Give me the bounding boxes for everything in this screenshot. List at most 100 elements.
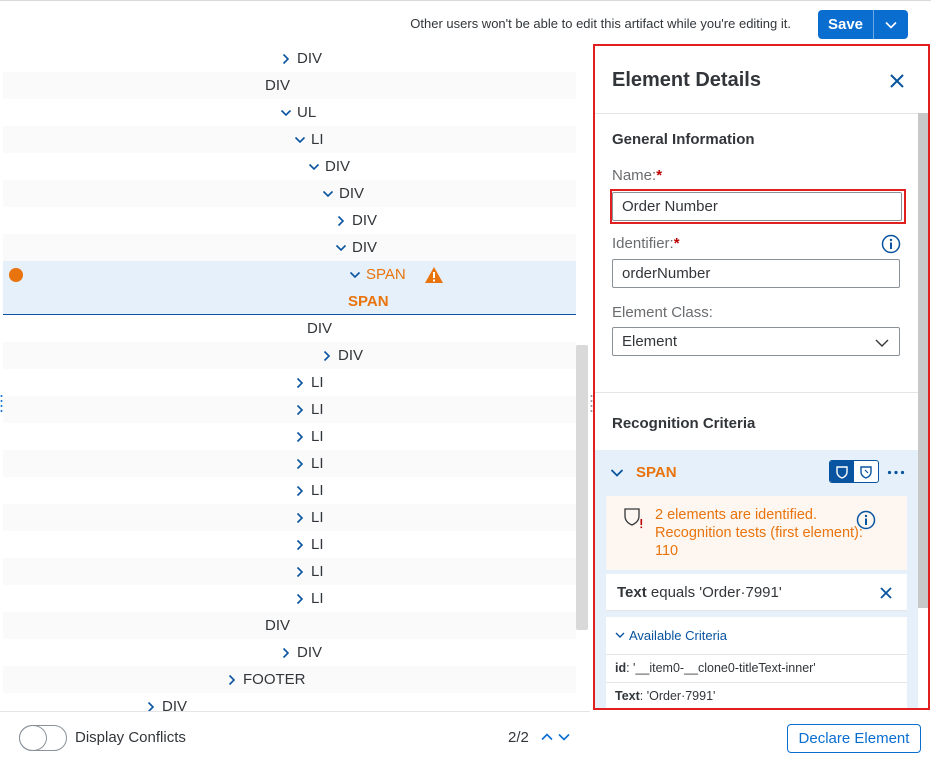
available-criterion-item[interactable]: Text: 'Order·7991' xyxy=(606,682,907,708)
conflict-pager: 2/2 xyxy=(508,729,529,746)
tree-row[interactable]: SPAN xyxy=(3,261,576,288)
chevron-right-icon[interactable] xyxy=(293,593,307,605)
name-input[interactable] xyxy=(612,192,902,221)
tree-row[interactable]: DIV xyxy=(3,693,576,711)
chevron-down-icon[interactable] xyxy=(307,162,321,172)
element-details-panel: Element Details General Information Name… xyxy=(593,44,930,710)
details-scrollbar[interactable] xyxy=(918,113,928,608)
chevron-down-icon[interactable] xyxy=(558,732,570,742)
tree-row[interactable]: DIV xyxy=(3,153,576,180)
conflict-dot-icon xyxy=(9,267,23,282)
tree-row[interactable]: DIV xyxy=(3,45,576,72)
splitter-handle-icon[interactable] xyxy=(0,393,3,415)
chevron-down-icon xyxy=(875,339,889,347)
tree-row[interactable]: LI xyxy=(3,423,576,450)
criteria-mode-toggle[interactable] xyxy=(829,460,879,483)
chevron-down-icon[interactable] xyxy=(334,243,348,253)
chevron-right-icon[interactable] xyxy=(279,647,293,659)
save-options-button[interactable] xyxy=(873,10,908,39)
tree-row-label: DIV xyxy=(297,644,323,661)
text-criterion-label: Text equals 'Order·7991' xyxy=(617,584,782,601)
tree-row[interactable]: FOOTER xyxy=(3,666,576,693)
recognition-warning-text: 2 elements are identified. Recognition t… xyxy=(655,507,863,559)
tree-row[interactable]: LI xyxy=(3,531,576,558)
close-icon[interactable] xyxy=(888,72,906,90)
tree-row-label: LI xyxy=(311,401,324,418)
chevron-right-icon[interactable] xyxy=(293,404,307,416)
tree-row[interactable]: LI xyxy=(3,369,576,396)
tree-row[interactable]: LI xyxy=(3,477,576,504)
chevron-down-icon[interactable] xyxy=(348,270,362,280)
shield-icon[interactable] xyxy=(835,465,849,479)
tree-row[interactable]: DIV xyxy=(3,315,576,342)
tree-row-label: DIV xyxy=(338,347,364,364)
save-button[interactable]: Save xyxy=(818,10,873,39)
tree-row[interactable]: DIV xyxy=(3,612,576,639)
chevron-right-icon[interactable] xyxy=(293,431,307,443)
tree-row[interactable]: DIV xyxy=(3,180,576,207)
tree-row-label: DIV xyxy=(352,212,378,229)
top-toolbar: Other users won't be able to edit this a… xyxy=(0,0,931,45)
chevron-right-icon[interactable] xyxy=(293,566,307,578)
tree-row[interactable]: DIV xyxy=(3,207,576,234)
tree-row[interactable]: DIV xyxy=(3,639,576,666)
chevron-right-icon[interactable] xyxy=(334,215,348,227)
chevron-right-icon[interactable] xyxy=(279,53,293,65)
chevron-right-icon[interactable] xyxy=(293,512,307,524)
chevron-down-icon[interactable] xyxy=(615,631,625,639)
save-button-group: Save xyxy=(818,10,908,39)
tree-row-label: DIV xyxy=(339,185,365,202)
chevron-down-icon[interactable] xyxy=(293,135,307,145)
chevron-right-icon[interactable] xyxy=(293,377,307,389)
tree-row[interactable]: DIV xyxy=(3,234,576,261)
display-conflicts-toggle[interactable] xyxy=(19,725,67,751)
chevron-right-icon[interactable] xyxy=(225,674,239,686)
close-icon[interactable] xyxy=(879,586,893,600)
declare-element-button[interactable]: Declare Element xyxy=(787,724,921,753)
tree-row[interactable]: LI xyxy=(3,396,576,423)
chevron-down-icon[interactable] xyxy=(610,467,624,479)
shield-warning-icon xyxy=(624,508,643,529)
tree-row[interactable]: LI xyxy=(3,450,576,477)
general-info-title: General Information xyxy=(612,131,755,148)
edit-lock-message: Other users won't be able to edit this a… xyxy=(410,16,791,31)
tree-row[interactable]: DIV xyxy=(3,72,576,99)
tree-row-label: SPAN xyxy=(348,292,389,310)
tree-row-label: LI xyxy=(311,590,324,607)
chevron-down-icon[interactable] xyxy=(279,108,293,118)
chevron-right-icon[interactable] xyxy=(320,350,334,362)
chevron-right-icon[interactable] xyxy=(293,485,307,497)
chevron-down-icon[interactable] xyxy=(321,189,335,199)
chevron-up-icon[interactable] xyxy=(541,732,553,742)
info-icon[interactable] xyxy=(856,510,876,530)
chevron-right-icon[interactable] xyxy=(293,539,307,551)
text-criterion-row: Text equals 'Order·7991' xyxy=(606,574,907,611)
available-criterion-item[interactable]: id: '__item0-__clone0-titleText-inner' xyxy=(606,654,907,681)
chevron-right-icon[interactable] xyxy=(293,458,307,470)
tree-row[interactable]: LI xyxy=(3,585,576,612)
info-icon[interactable] xyxy=(881,234,901,254)
shield-edit-icon[interactable] xyxy=(859,465,873,479)
identifier-input[interactable] xyxy=(612,259,900,288)
tree-row-label: LI xyxy=(311,563,324,580)
tree-row[interactable]: LI xyxy=(3,504,576,531)
available-criteria-title[interactable]: Available Criteria xyxy=(629,628,727,643)
chevron-right-icon[interactable] xyxy=(144,701,158,711)
criteria-element-label: SPAN xyxy=(636,464,677,481)
tree-row-label: LI xyxy=(311,536,324,553)
element-class-label: Element Class: xyxy=(612,304,713,321)
tree-row[interactable]: SPAN xyxy=(3,288,576,315)
element-tree: DIV DIV UL LI DIV DIV DIV DIV SPAN SPAN DIV DIV LI LI… xyxy=(3,45,576,711)
tree-row-label: DIV xyxy=(297,50,323,67)
tree-scrollbar[interactable] xyxy=(576,345,588,630)
tree-row-label: DIV xyxy=(325,158,351,175)
more-icon[interactable] xyxy=(887,470,905,475)
tree-row[interactable]: DIV xyxy=(3,342,576,369)
tree-row-label: LI xyxy=(311,428,324,445)
tree-row[interactable]: LI xyxy=(3,126,576,153)
tree-row[interactable]: UL xyxy=(3,99,576,126)
tree-row-label: DIV xyxy=(265,617,291,634)
tree-row[interactable]: LI xyxy=(3,558,576,585)
chevron-down-icon xyxy=(885,21,897,29)
element-class-select[interactable]: Element xyxy=(612,327,900,356)
